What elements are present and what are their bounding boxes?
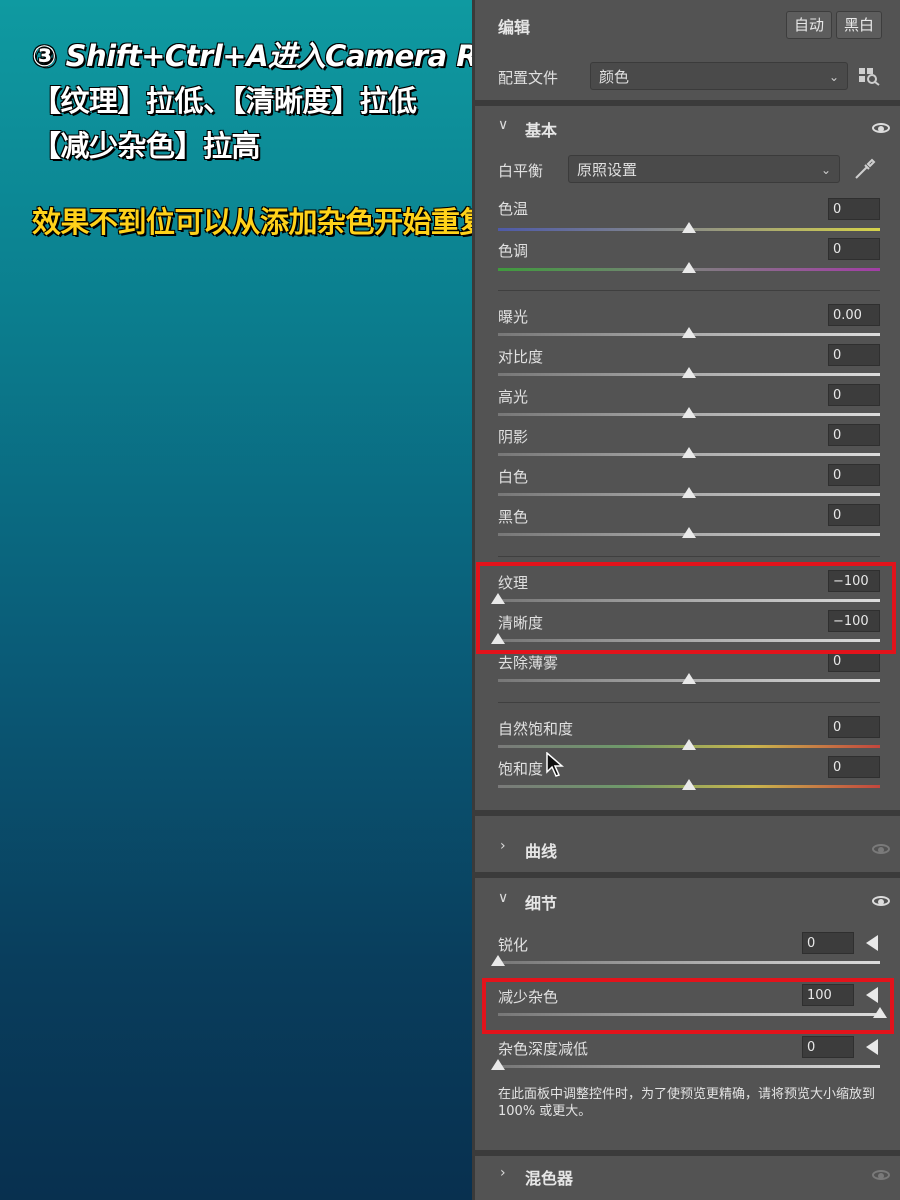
eye-icon[interactable] bbox=[872, 1170, 890, 1180]
slider-thumb[interactable] bbox=[682, 673, 696, 684]
slider-label: 白色 bbox=[498, 468, 529, 486]
chevron-down-icon[interactable]: ∨ bbox=[498, 117, 508, 133]
auto-button[interactable]: 自动 bbox=[786, 11, 832, 39]
profile-select[interactable]: 颜色 ⌄ bbox=[590, 62, 848, 90]
slider-label: 杂色深度减低 bbox=[498, 1040, 589, 1058]
white-balance-select[interactable]: 原照设置 ⌄ bbox=[568, 155, 840, 183]
camera-raw-edit-panel: 编辑 自动 黑白 配置文件 颜色 ⌄ ∨ 基本 白平衡 原照设置 ⌄ 色温 0 色调… bbox=[472, 0, 900, 1200]
highlight-noise-reduction bbox=[482, 978, 894, 1034]
slider-thumb[interactable] bbox=[682, 222, 696, 233]
slider-track[interactable] bbox=[498, 961, 880, 964]
profile-browser-icon[interactable] bbox=[858, 66, 880, 86]
chevron-down-icon[interactable]: ∨ bbox=[498, 890, 508, 906]
group-separator bbox=[498, 290, 880, 291]
section-detail-title[interactable]: 细节 bbox=[525, 890, 557, 914]
slider-label: 阴影 bbox=[498, 428, 529, 446]
slider-value-input[interactable]: 0 bbox=[828, 344, 880, 366]
slider-label: 饱和度 bbox=[498, 760, 544, 778]
profile-label: 配置文件 bbox=[498, 69, 559, 87]
section-basic-title[interactable]: 基本 bbox=[525, 117, 557, 141]
reset-arrow-icon[interactable] bbox=[866, 935, 878, 951]
detail-preview-note: 在此面板中调整控件时，为了使预览更精确，请将预览大小缩放到 100% 或更大。 bbox=[498, 1087, 876, 1119]
slider-value-input[interactable]: 0 bbox=[828, 716, 880, 738]
chevron-right-icon[interactable]: › bbox=[500, 838, 506, 854]
slider-value-input[interactable]: 0 bbox=[828, 384, 880, 406]
slider-label: 色调 bbox=[498, 242, 529, 260]
reset-arrow-icon[interactable] bbox=[866, 1039, 878, 1055]
slider-value-input[interactable]: 0 bbox=[828, 756, 880, 778]
image-canvas bbox=[0, 0, 472, 1200]
slider-thumb[interactable] bbox=[682, 262, 696, 273]
group-separator bbox=[498, 702, 880, 703]
slider-value-input[interactable]: 0 bbox=[802, 932, 854, 954]
section-curve-title[interactable]: 曲线 bbox=[525, 838, 557, 862]
panel-title: 编辑 bbox=[498, 18, 531, 37]
slider-label: 黑色 bbox=[498, 508, 529, 526]
slider-value-input[interactable]: 0 bbox=[828, 424, 880, 446]
slider-thumb[interactable] bbox=[682, 487, 696, 498]
slider-thumb[interactable] bbox=[682, 447, 696, 458]
slider-thumb[interactable] bbox=[682, 407, 696, 418]
slider-value-input[interactable]: 0 bbox=[828, 238, 880, 260]
chevron-right-icon[interactable]: › bbox=[500, 1165, 506, 1181]
slider-value-input[interactable]: 0 bbox=[828, 198, 880, 220]
profile-select-value: 颜色 bbox=[599, 68, 630, 86]
section-divider bbox=[472, 100, 900, 106]
eyedropper-icon[interactable] bbox=[852, 156, 878, 182]
slider-value-input[interactable]: 0 bbox=[828, 504, 880, 526]
white-balance-label: 白平衡 bbox=[498, 162, 544, 180]
black-white-button[interactable]: 黑白 bbox=[836, 11, 882, 39]
slider-track[interactable] bbox=[498, 1065, 880, 1068]
slider-thumb[interactable] bbox=[682, 527, 696, 538]
slider-label: 锐化 bbox=[498, 936, 529, 954]
section-mixer-title[interactable]: 混色器 bbox=[525, 1165, 573, 1189]
slider-thumb[interactable] bbox=[682, 327, 696, 338]
eye-icon[interactable] bbox=[872, 844, 890, 854]
slider-thumb[interactable] bbox=[682, 367, 696, 378]
highlight-texture-clarity bbox=[476, 562, 896, 654]
slider-thumb[interactable] bbox=[491, 1059, 505, 1070]
chevron-down-icon: ⌄ bbox=[820, 163, 831, 177]
slider-label: 去除薄雾 bbox=[498, 654, 559, 672]
group-separator bbox=[498, 556, 880, 557]
white-balance-value: 原照设置 bbox=[577, 161, 638, 179]
slider-label: 曝光 bbox=[498, 308, 529, 326]
slider-thumb[interactable] bbox=[682, 739, 696, 750]
section-divider bbox=[472, 810, 900, 816]
slider-thumb[interactable] bbox=[682, 779, 696, 790]
eye-icon[interactable] bbox=[872, 896, 890, 906]
slider-value-input[interactable]: 0.00 bbox=[828, 304, 880, 326]
mouse-cursor-icon bbox=[546, 751, 565, 782]
slider-label: 色温 bbox=[498, 200, 529, 218]
chevron-down-icon: ⌄ bbox=[828, 70, 839, 84]
eye-icon[interactable] bbox=[872, 123, 890, 133]
section-divider bbox=[472, 872, 900, 878]
slider-label: 自然饱和度 bbox=[498, 720, 574, 738]
slider-value-input[interactable]: 0 bbox=[802, 1036, 854, 1058]
slider-value-input[interactable]: 0 bbox=[828, 464, 880, 486]
slider-label: 对比度 bbox=[498, 348, 544, 366]
slider-thumb[interactable] bbox=[491, 955, 505, 966]
slider-label: 高光 bbox=[498, 388, 529, 406]
section-divider bbox=[472, 1150, 900, 1156]
panel-edge bbox=[472, 0, 475, 1200]
